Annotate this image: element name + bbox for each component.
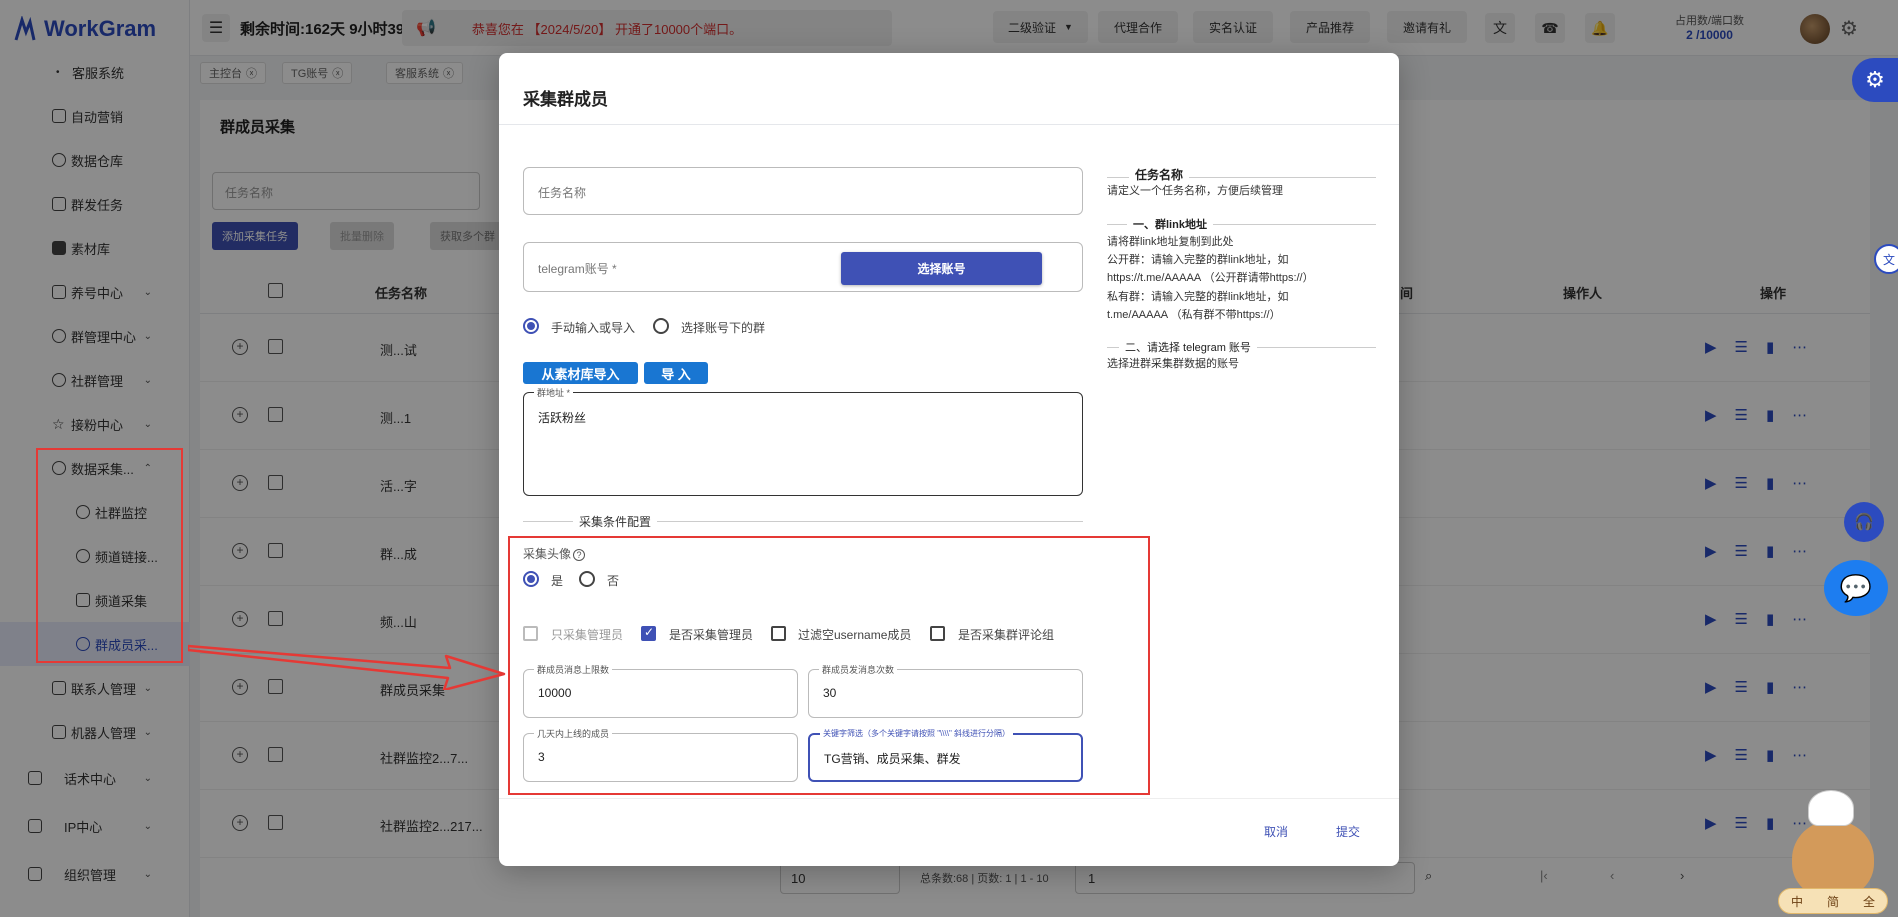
chat-bubble-icon[interactable]: 💬 <box>1824 560 1888 616</box>
select-group-label: 选择账号下的群 <box>681 321 766 335</box>
submit-button[interactable]: 提交 <box>1336 823 1360 840</box>
import-button[interactable]: 导 入 <box>644 362 708 384</box>
manual-input-radio[interactable] <box>523 318 539 334</box>
chef-hat-icon <box>1808 790 1854 826</box>
hint-link-desc-5: t.me/AAAAA （私有群不带https://） <box>1107 309 1281 321</box>
hint-account-title: 二、请选择 telegram 账号 <box>1119 339 1257 355</box>
settings-gear-icon[interactable]: ⚙ <box>1852 58 1898 102</box>
mascot-body <box>1792 820 1874 898</box>
headset-icon[interactable]: 🎧 <box>1844 502 1884 542</box>
annotation-arrow-icon <box>188 644 506 690</box>
manual-input-label: 手动输入或导入 <box>551 321 636 335</box>
hint-link-desc-3: https://t.me/AAAAA （公开群请带https://） <box>1107 272 1314 284</box>
import-from-library-button[interactable]: 从素材库导入 <box>523 362 638 384</box>
select-group-radio[interactable] <box>653 318 669 334</box>
hint-link-desc-2: 公开群：请输入完整的群link地址，如 <box>1107 254 1289 266</box>
annotation-sidebar-highlight <box>36 448 183 663</box>
group-address-textarea[interactable]: 群地址 * 活跃粉丝 <box>523 386 1083 496</box>
dialog-title: 采集群成员 <box>523 90 608 109</box>
select-account-button[interactable]: 选择账号 <box>841 252 1042 285</box>
cancel-button[interactable]: 取消 <box>1264 823 1288 840</box>
annotation-options-highlight <box>508 536 1150 795</box>
divider <box>499 124 1399 125</box>
mascot-base: 中 简 全 <box>1778 888 1888 914</box>
hint-account-desc: 选择进群采集群数据的账号 <box>1107 358 1239 370</box>
telegram-account-field[interactable]: telegram账号 * 选择账号 <box>523 242 1083 292</box>
hint-link-desc-4: 私有群：请输入完整的群link地址，如 <box>1107 291 1289 303</box>
mascot-image[interactable]: 中 简 全 <box>1778 790 1888 917</box>
footer-divider <box>499 798 1399 799</box>
hint-link-title: 一、群link地址 <box>1127 216 1213 232</box>
hint-task-desc: 请定义一个任务名称，方便后续管理 <box>1107 185 1283 197</box>
translate-float-icon[interactable]: 文 <box>1874 244 1898 274</box>
hint-task-title: 任务名称 <box>1129 166 1190 183</box>
section-title: 采集条件配置 <box>573 513 658 530</box>
task-name-field[interactable]: 任务名称 <box>523 167 1083 215</box>
hint-link-desc-1: 请将群link地址复制到此处 <box>1107 236 1234 248</box>
